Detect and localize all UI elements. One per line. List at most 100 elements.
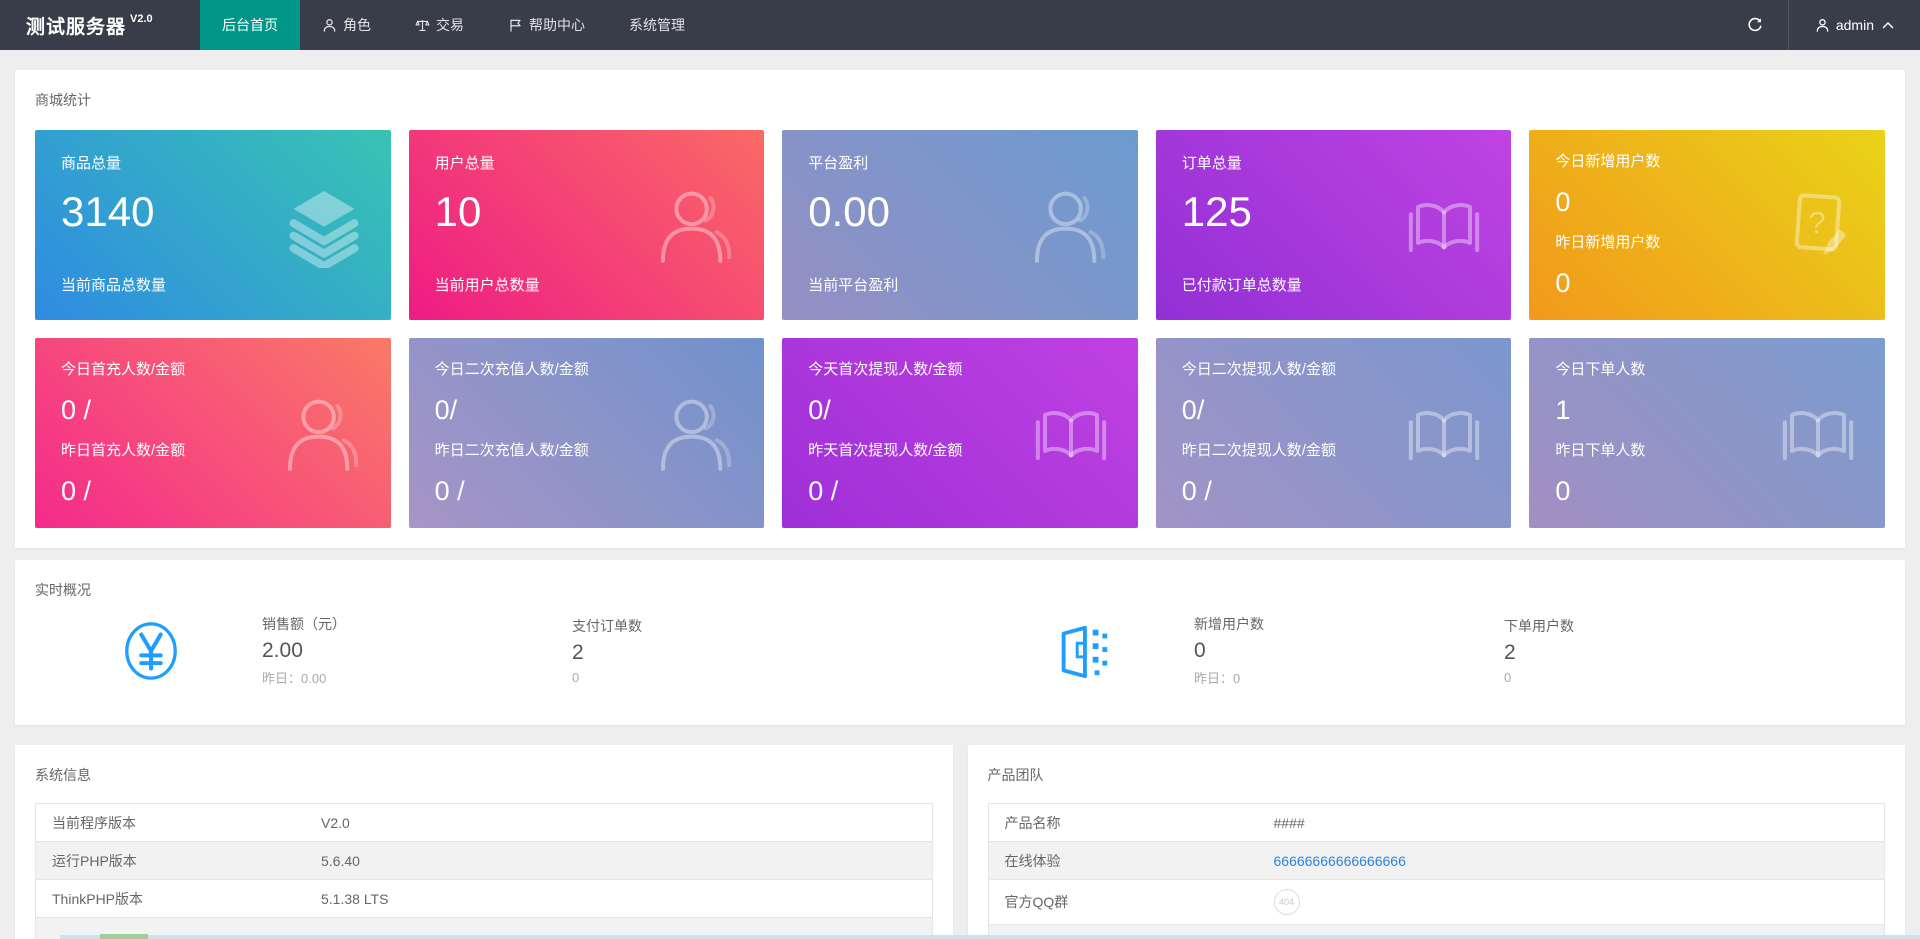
table-row: 运行PHP版本 5.6.40 (36, 842, 932, 880)
online-demo-link[interactable]: 66666666666666666 (1274, 853, 1406, 869)
card-value: 0 / (808, 476, 1112, 506)
card-label: 昨天首次提现人数/金额 (808, 441, 1112, 461)
nav-item-label: 帮助中心 (529, 15, 585, 35)
card-value: 125 (1182, 188, 1486, 236)
card-label: 今日首充人数/金额 (61, 360, 365, 380)
username: admin (1836, 17, 1874, 33)
card-label: 今日二次提现人数/金额 (1182, 360, 1486, 380)
stat-value: 2 (1504, 641, 1814, 665)
refresh-button[interactable] (1722, 0, 1788, 50)
panel-title: 实时概况 (35, 580, 1885, 600)
row-value: #### (1274, 815, 1885, 831)
row-value: 5.6.40 (321, 853, 932, 869)
row-label: 产品名称 (989, 813, 1274, 833)
user-icon (1815, 18, 1830, 33)
stat-sub: 0 (572, 670, 882, 685)
row-label: 官方QQ群 (989, 892, 1274, 912)
product-team-panel: 产品团队 产品名称 #### 在线体验 66666666666666666 官方… (968, 745, 1906, 939)
stat-card-order-users-today: 今日下单人数 1 昨日下单人数 0 (1529, 338, 1885, 528)
realtime-stat-paid-orders: 支付订单数 2 0 (572, 616, 882, 685)
card-value: 0.00 (808, 188, 1112, 236)
card-label: 今日下单人数 (1555, 360, 1859, 380)
nav-item-label: 角色 (343, 15, 371, 35)
card-label: 今日二次充值人数/金额 (435, 360, 739, 380)
card-sub-label: 当前商品总数量 (61, 276, 365, 296)
card-label: 商品总量 (61, 154, 365, 174)
table-row: 在线体验 66666666666666666 (989, 842, 1885, 880)
bottom-scroll-strip (60, 935, 1920, 939)
stat-card-products-total: 商品总量 3140 当前商品总数量 (35, 130, 391, 320)
card-value: 0/ (1182, 395, 1486, 425)
user-menu[interactable]: admin (1789, 0, 1920, 50)
nav-item-help-center[interactable]: 帮助中心 (486, 0, 607, 50)
realtime-row: 销售额（元） 2.00 昨日：0.00 支付订单数 2 0 新增用户数 0 昨日… (35, 614, 1885, 687)
card-value: 0 (1555, 476, 1859, 506)
stat-card-first-recharge: 今日首充人数/金额 0 / 昨日首充人数/金额 0 / (35, 338, 391, 528)
brand-version: V2.0 (130, 13, 153, 25)
navbar-right: admin (1722, 0, 1920, 50)
shop-stats-panel: 商城统计 商品总量 3140 当前商品总数量 用户总量 10 当前用户总数量 平… (15, 70, 1905, 548)
row-value: 5.1.38 LTS (321, 891, 932, 907)
panel-title: 商城统计 (35, 90, 1885, 110)
card-label: 用户总量 (435, 154, 739, 174)
card-label: 昨日新增用户数 (1555, 233, 1859, 253)
card-label: 今天首次提现人数/金额 (808, 360, 1112, 380)
panel-title: 产品团队 (988, 765, 1886, 785)
card-value: 3140 (61, 188, 365, 236)
yen-circle-icon (120, 620, 182, 682)
qq-group-404-badge: 404 (1274, 889, 1300, 915)
stat-card-orders-total: 订单总量 125 已付款订单总数量 (1156, 130, 1512, 320)
row-label: 运行PHP版本 (36, 851, 321, 871)
card-value: 0 / (1182, 476, 1486, 506)
stat-value: 0 (1194, 639, 1504, 663)
row-label: 在线体验 (989, 851, 1274, 871)
brand-title: 测试服务器 (26, 12, 126, 39)
realtime-overview-panel: 实时概况 销售额（元） 2.00 昨日：0.00 支付订单数 2 0 新增用户数… (15, 560, 1905, 725)
card-value: 0 / (61, 395, 365, 425)
stat-sub: 0 (1504, 670, 1814, 685)
realtime-stat-order-users: 下单用户数 2 0 (1504, 616, 1814, 685)
stat-label: 新增用户数 (1194, 614, 1504, 634)
stat-card-second-recharge: 今日二次充值人数/金额 0/ 昨日二次充值人数/金额 0 / (409, 338, 765, 528)
stat-label: 销售额（元） (262, 614, 572, 634)
card-value: 0 / (435, 476, 739, 506)
stat-card-platform-profit: 平台盈利 0.00 当前平台盈利 (782, 130, 1138, 320)
system-info-panel: 系统信息 当前程序版本 V2.0 运行PHP版本 5.6.40 ThinkPHP… (15, 745, 953, 939)
clipped-green-badge (100, 934, 148, 939)
row-label: 当前程序版本 (36, 813, 321, 833)
stat-sub: 昨日：0.00 (262, 668, 572, 687)
app-brand: 测试服务器 V2.0 (0, 0, 200, 50)
card-label: 订单总量 (1182, 154, 1486, 174)
stat-value: 2.00 (262, 639, 572, 663)
card-sub-label: 已付款订单总数量 (1182, 276, 1486, 296)
main-menu: 后台首页 角色 交易 帮助中心 系统管理 (200, 0, 707, 50)
refresh-icon (1746, 16, 1764, 34)
realtime-stat-new-users: 新增用户数 0 昨日：0 (1194, 614, 1504, 687)
card-value: 0 (1555, 187, 1859, 217)
stat-card-new-users-today: 今日新增用户数 0 昨日新增用户数 0 (1529, 130, 1885, 320)
person-icon (322, 18, 337, 33)
card-label: 昨日二次提现人数/金额 (1182, 441, 1486, 461)
realtime-stat-sales: 销售额（元） 2.00 昨日：0.00 (262, 614, 572, 687)
nav-item-trade[interactable]: 交易 (393, 0, 486, 50)
stat-sub: 昨日：0 (1194, 668, 1504, 687)
card-sub-label: 当前平台盈利 (808, 276, 1112, 296)
row-value: V2.0 (321, 815, 932, 831)
nav-item-system[interactable]: 系统管理 (607, 0, 707, 50)
stat-label: 下单用户数 (1504, 616, 1814, 636)
scales-icon (415, 18, 430, 33)
card-sub-label: 当前用户总数量 (435, 276, 739, 296)
nav-item-dashboard[interactable]: 后台首页 (200, 0, 300, 50)
nav-item-roles[interactable]: 角色 (300, 0, 393, 50)
card-label: 昨日首充人数/金额 (61, 441, 365, 461)
panel-title: 系统信息 (35, 765, 933, 785)
card-value: 0/ (435, 395, 739, 425)
table-row: 官方QQ群 404 (989, 880, 1885, 925)
table-row: ThinkPHP版本 5.1.38 LTS (36, 880, 932, 918)
stat-card-first-withdraw: 今天首次提现人数/金额 0/ 昨天首次提现人数/金额 0 / (782, 338, 1138, 528)
top-navbar: 测试服务器 V2.0 后台首页 角色 交易 帮助中心 系统管理 admin (0, 0, 1920, 50)
card-value: 10 (435, 188, 739, 236)
stat-value: 2 (572, 641, 882, 665)
card-value: 0 / (61, 476, 365, 506)
card-label: 昨日下单人数 (1555, 441, 1859, 461)
